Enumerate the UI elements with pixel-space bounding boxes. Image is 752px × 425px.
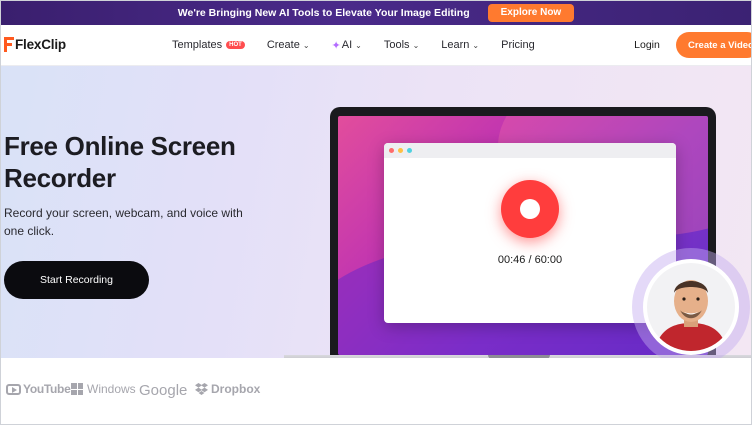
announcement-bar: We're Bringing New AI Tools to Elevate Y…: [0, 0, 752, 25]
nav-create-label: Create: [266, 39, 300, 51]
nav-templates[interactable]: Templates HOT: [172, 39, 245, 51]
recording-timer: 00:46 / 60:00: [497, 254, 563, 266]
partner-logos: YouTube Windows Google Dropbox: [0, 358, 752, 425]
windows-logo: Windows: [71, 382, 136, 396]
nav-ai[interactable]: ✦ AI ⌄: [332, 39, 362, 52]
close-dot-icon: [389, 148, 394, 153]
nav-ai-label: AI: [341, 39, 353, 51]
navbar: FlexClip Templates HOT Create ⌄ ✦ AI ⌄ T…: [0, 25, 752, 66]
windows-icon: [71, 383, 83, 395]
chevron-down-icon: ⌄: [355, 40, 362, 50]
nav-create[interactable]: Create ⌄: [267, 39, 310, 51]
nav-templates-label: Templates: [172, 39, 223, 51]
hero-section: Free Online Screen Recorder Record your …: [0, 66, 752, 358]
hot-badge: HOT: [226, 41, 245, 49]
google-label: Google: [139, 382, 188, 399]
maximize-dot-icon: [407, 148, 412, 153]
chevron-down-icon: ⌄: [472, 40, 480, 50]
chevron-down-icon: ⌄: [412, 40, 420, 50]
nav-tools[interactable]: Tools ⌄: [384, 39, 419, 51]
create-video-button[interactable]: Create a Video: [676, 32, 752, 58]
youtube-icon: [6, 383, 21, 395]
explore-now-button[interactable]: Explore Now: [487, 3, 575, 22]
nav-learn[interactable]: Learn ⌄: [441, 39, 479, 51]
start-recording-button[interactable]: Start Recording: [4, 261, 149, 299]
webcam-avatar: [643, 259, 739, 355]
hero-subtitle: Record your screen, webcam, and voice wi…: [4, 206, 243, 238]
youtube-logo: YouTube: [6, 382, 71, 396]
flexclip-logo-icon: [4, 37, 14, 52]
record-icon: [501, 180, 559, 238]
hero-title: Free Online Screen Recorder: [4, 131, 236, 193]
window-titlebar: [384, 143, 676, 158]
main-nav: Templates HOT Create ⌄ ✦ AI ⌄ Tools ⌄ Le…: [172, 25, 557, 65]
chevron-down-icon: ⌄: [302, 40, 310, 50]
youtube-label: YouTube: [23, 382, 71, 396]
announcement-text: We're Bringing New AI Tools to Elevate Y…: [177, 6, 470, 19]
minimize-dot-icon: [398, 148, 403, 153]
login-button[interactable]: Login: [622, 31, 672, 59]
nav-learn-label: Learn: [441, 39, 470, 51]
nav-pricing-label: Pricing: [501, 39, 535, 51]
brand-name: FlexClip: [15, 37, 66, 52]
windows-label: Windows: [87, 382, 136, 396]
flexclip-logo[interactable]: FlexClip: [4, 37, 66, 52]
google-logo: Google: [139, 382, 187, 399]
dropbox-label: Dropbox: [211, 382, 261, 396]
dropbox-logo: Dropbox: [195, 382, 260, 396]
sparkle-icon: ✦: [331, 39, 341, 52]
dropbox-icon: [195, 383, 208, 395]
nav-tools-label: Tools: [383, 39, 410, 51]
nav-pricing[interactable]: Pricing: [501, 39, 535, 51]
